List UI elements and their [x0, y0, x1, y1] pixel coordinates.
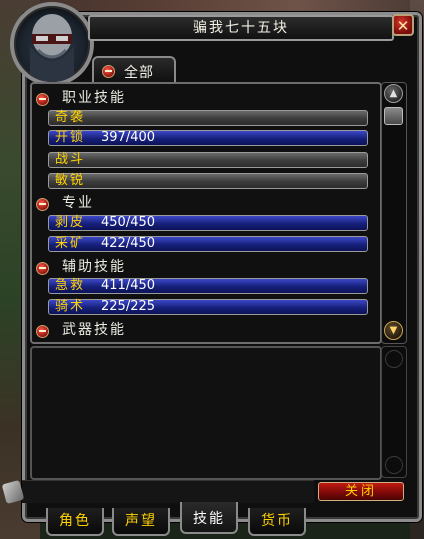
minus-collapse-icon[interactable]	[36, 325, 49, 338]
skill-row[interactable]: 骑术 225/225	[48, 299, 368, 315]
skill-row[interactable]: 奇袭	[48, 110, 368, 126]
tab-reputation[interactable]: 声望	[112, 508, 170, 536]
scroll-down-icon[interactable]: ▼	[384, 321, 403, 340]
skill-rank: 397/400	[101, 130, 156, 145]
skill-name: 采矿	[55, 236, 86, 251]
category-name: 职业技能	[62, 90, 126, 106]
skill-row[interactable]: 敏锐	[48, 173, 368, 189]
minus-collapse-icon[interactable]	[36, 93, 49, 106]
skill-row[interactable]: 战斗	[48, 152, 368, 168]
skill-row[interactable]: 开锁 397/400	[48, 130, 368, 146]
minus-collapse-icon[interactable]	[36, 262, 49, 275]
skill-row[interactable]: 急救 411/450	[48, 278, 368, 294]
skill-detail-panel	[30, 346, 382, 480]
title-bar: 骗我七十五块	[88, 15, 394, 41]
skill-name: 战斗	[55, 152, 86, 167]
skill-name: 骑术	[55, 299, 86, 314]
category-name: 专业	[62, 195, 94, 211]
skill-rank: 411/450	[101, 278, 156, 293]
bottom-bar	[22, 480, 314, 503]
tab-currency[interactable]: 货币	[248, 508, 306, 536]
scroll-thumb[interactable]	[384, 107, 403, 125]
category-name: 辅助技能	[62, 259, 126, 275]
tab-skills[interactable]: 技能	[180, 502, 238, 534]
close-button[interactable]: 关闭	[318, 482, 404, 501]
minus-collapse-icon[interactable]	[36, 198, 49, 211]
skill-rank: 422/450	[101, 236, 156, 251]
skill-rank: 225/225	[101, 299, 156, 314]
character-portrait-icon	[10, 2, 94, 86]
tab-all-filter[interactable]: 全部	[92, 56, 176, 84]
skill-name: 奇袭	[55, 110, 86, 125]
skill-name: 开锁	[55, 130, 86, 145]
skill-row[interactable]: 剥皮 450/450	[48, 215, 368, 231]
minus-collapse-icon[interactable]	[102, 65, 115, 78]
skill-row[interactable]: 采矿 422/450	[48, 236, 368, 252]
tab-all-label: 全部	[124, 65, 154, 81]
close-icon[interactable]: ✕	[392, 14, 414, 36]
scroll-up-icon[interactable]: ▲	[384, 84, 403, 103]
skill-name: 急救	[55, 278, 86, 293]
category-name: 武器技能	[62, 322, 126, 338]
skill-name: 敏锐	[55, 173, 86, 188]
tab-character[interactable]: 角色	[46, 508, 104, 536]
detail-scrollbar[interactable]	[381, 346, 407, 478]
window-title: 骗我七十五块	[193, 20, 289, 36]
skill-name: 剥皮	[55, 215, 86, 230]
skill-rank: 450/450	[101, 215, 156, 230]
